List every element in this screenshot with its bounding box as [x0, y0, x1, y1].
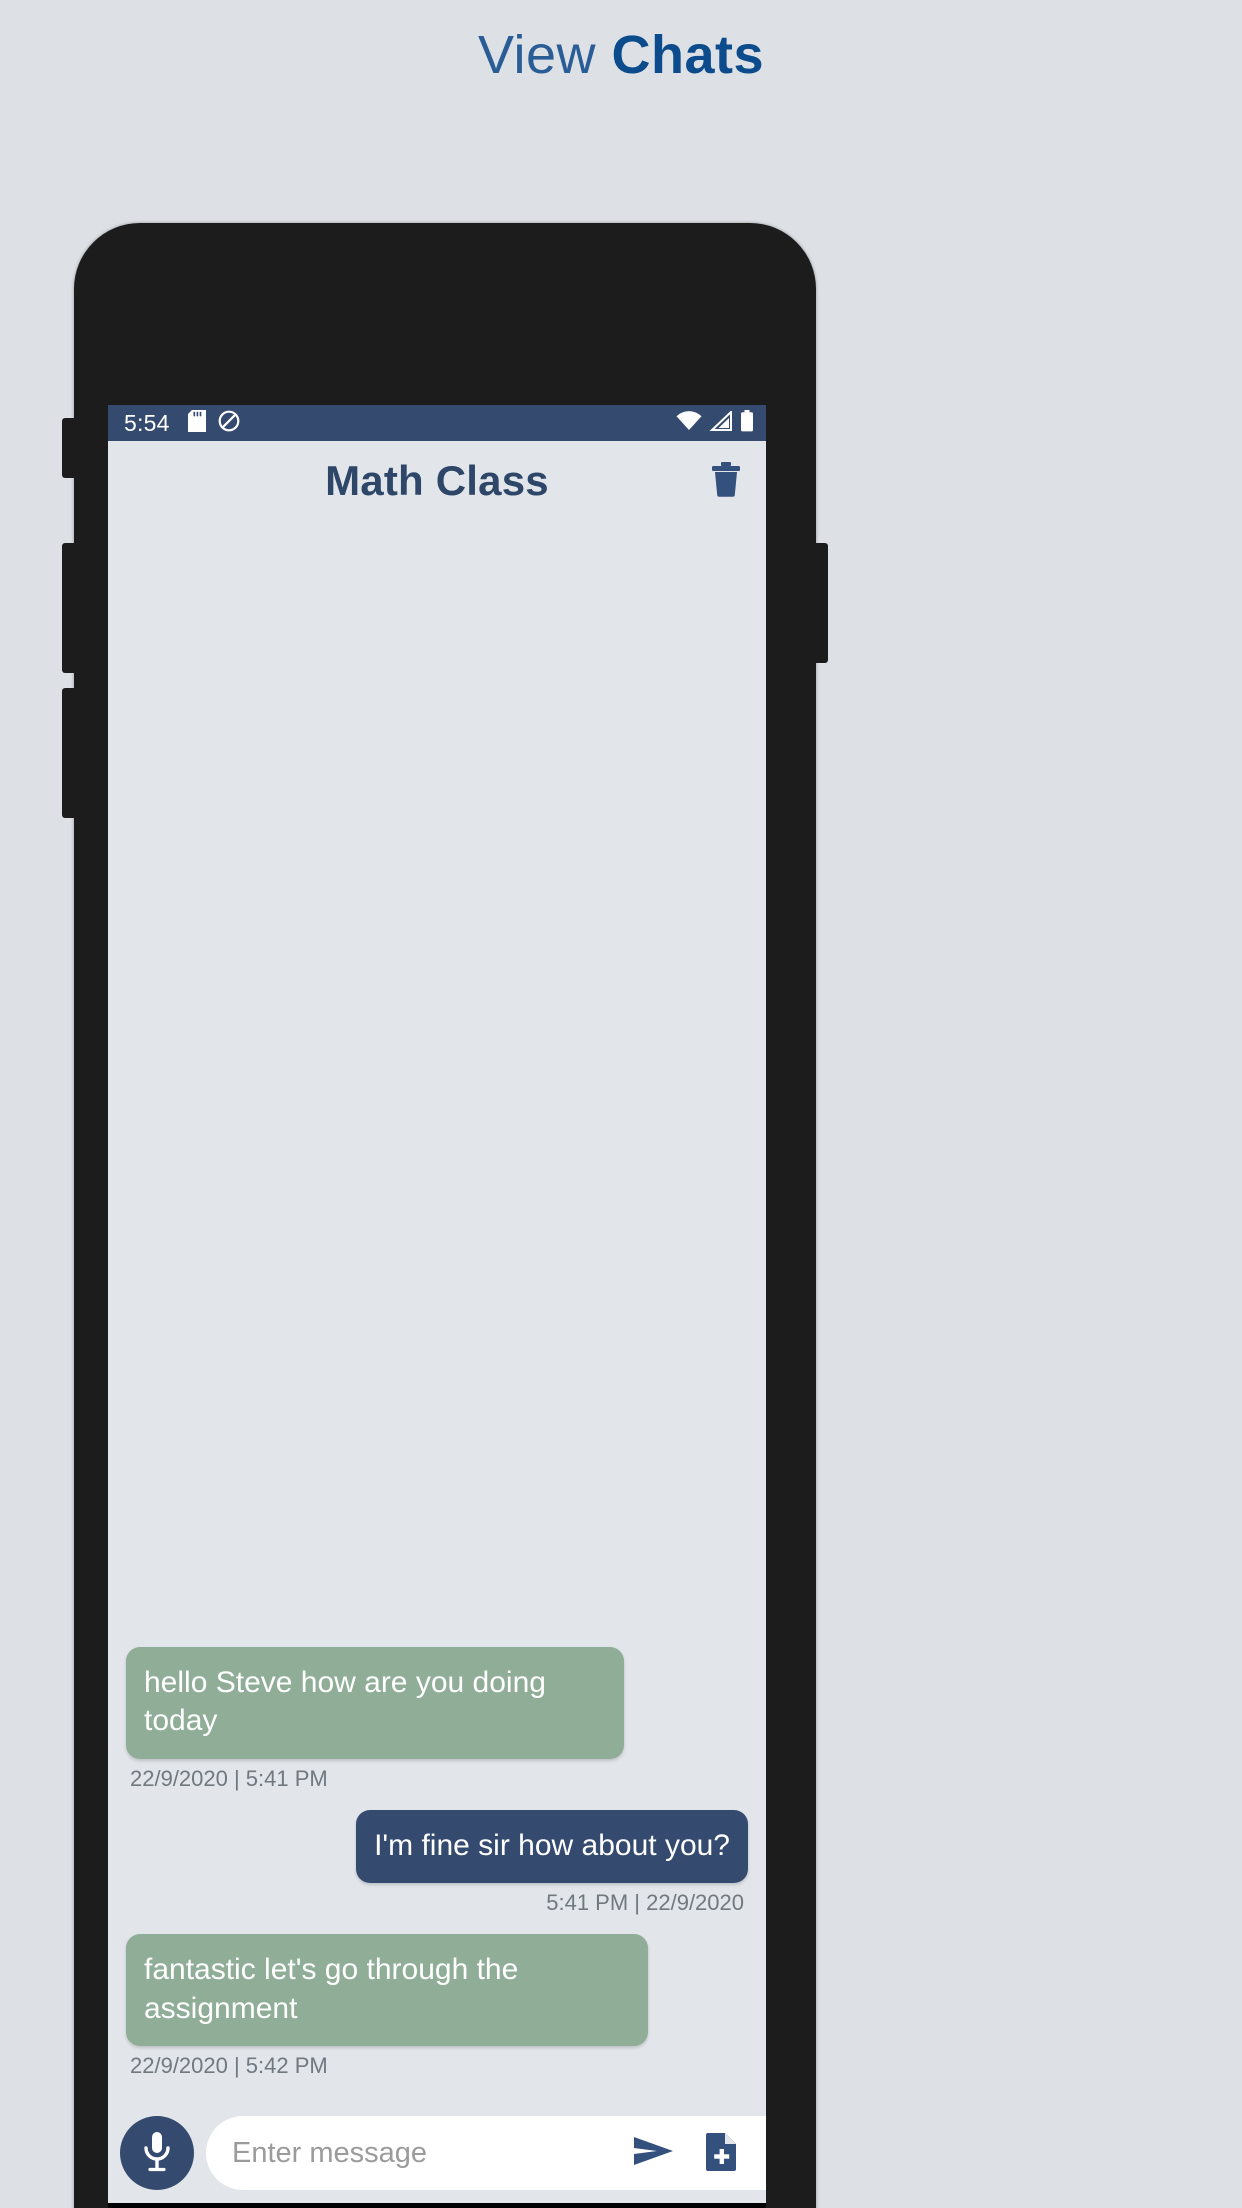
delete-chat-button[interactable] [704, 459, 748, 503]
attach-file-button[interactable] [699, 2130, 745, 2176]
chat-title: Math Class [325, 457, 549, 504]
send-button[interactable] [631, 2130, 677, 2176]
message-timestamp: 5:41 PM | 22/9/2020 [546, 1890, 744, 1916]
send-icon [633, 2135, 675, 2172]
message-bubble[interactable]: fantastic let's go through the assignmen… [126, 1934, 649, 2046]
status-bar: 5:54 [108, 405, 766, 441]
message-bubble[interactable]: hello Steve how are you doing today [126, 1647, 624, 1759]
phone-side-button-top [62, 418, 76, 478]
message-input[interactable] [232, 2136, 609, 2170]
phone-frame: 5:54 Math Class hello Steve how are you … [62, 223, 828, 2208]
phone-volume-down-button [62, 688, 76, 818]
message-input-wrapper [206, 2116, 766, 2190]
battery-icon [740, 409, 754, 437]
page-title: View Chats [0, 0, 1242, 90]
status-time: 5:54 [124, 409, 170, 436]
phone-screen: 5:54 Math Class hello Steve how are you … [108, 405, 766, 2208]
cellular-signal-icon [709, 409, 733, 436]
message-row: I'm fine sir how about you? 5:41 PM | 22… [126, 1809, 748, 1916]
message-list[interactable]: hello Steve how are you doing today 22/9… [108, 521, 766, 2103]
message-row: fantastic let's go through the assignmen… [126, 1934, 748, 2079]
message-row: hello Steve how are you doing today 22/9… [126, 1647, 748, 1792]
phone-power-button [814, 543, 828, 663]
microphone-icon [140, 2129, 174, 2178]
app-bar: Math Class [108, 441, 766, 521]
voice-record-button[interactable] [120, 2116, 194, 2190]
phone-volume-up-button [62, 543, 76, 673]
android-nav-bar [108, 2203, 766, 2208]
status-right-icons [676, 409, 754, 437]
sd-card-icon [187, 409, 206, 437]
message-bubble[interactable]: I'm fine sir how about you? [356, 1809, 748, 1884]
wifi-icon [676, 410, 702, 436]
page-title-bold: Chats [611, 25, 765, 85]
page-title-light: View [477, 25, 612, 85]
message-timestamp: 22/9/2020 | 5:41 PM [130, 1765, 328, 1791]
message-timestamp: 22/9/2020 | 5:42 PM [130, 2053, 328, 2078]
status-left-icons [187, 409, 240, 437]
trash-icon [710, 461, 742, 502]
do-not-disturb-icon [218, 410, 240, 437]
add-file-icon [705, 2131, 739, 2176]
message-composer [108, 2103, 766, 2203]
